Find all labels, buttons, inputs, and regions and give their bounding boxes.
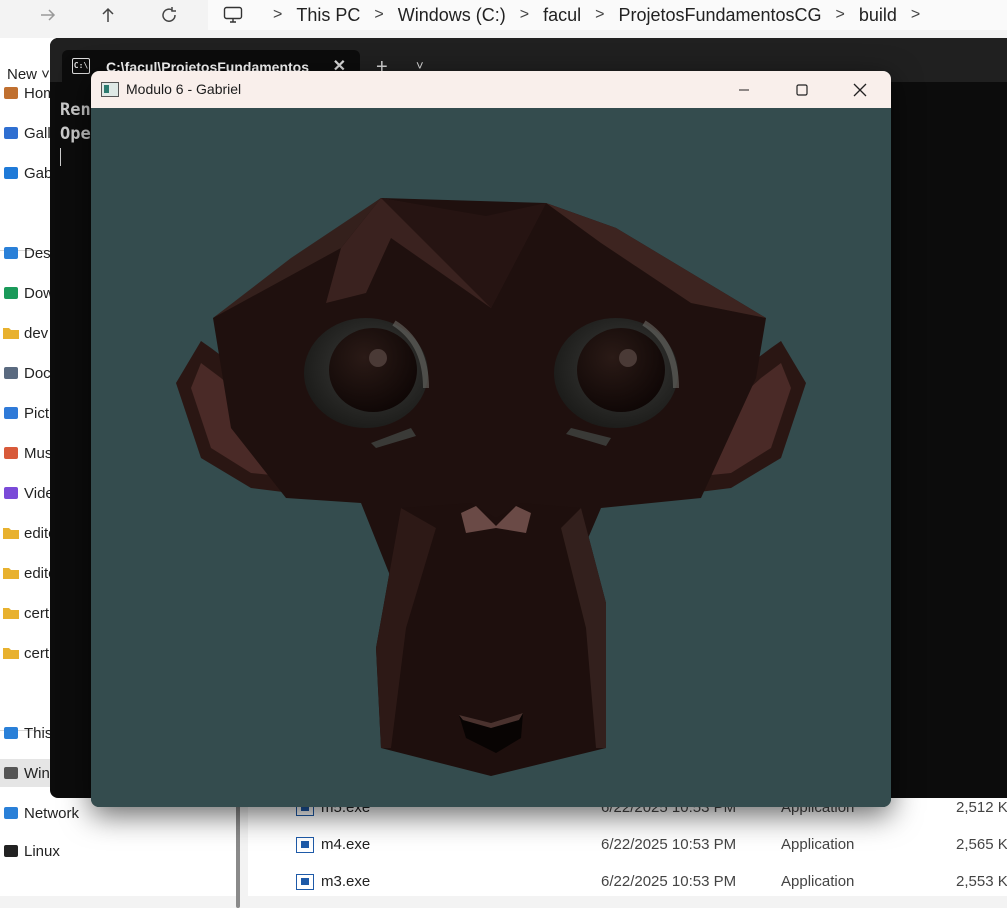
gl-window[interactable]: Modulo 6 - Gabriel: [91, 71, 891, 807]
chevron-right-icon: >: [519, 6, 530, 23]
file-date: 6/22/2025 10:53 PM: [601, 836, 737, 853]
refresh-button[interactable]: [155, 3, 183, 27]
explorer-nav-bar: > This PC > Windows (C:) > facul > Proje…: [0, 0, 1007, 30]
exe-icon: [296, 874, 314, 890]
folder-icon: [2, 524, 20, 542]
sidebar-item-label: Network: [24, 804, 80, 822]
file-name: m4.exe: [321, 836, 371, 853]
file-type: Application: [781, 873, 855, 890]
chevron-right-icon: >: [595, 6, 605, 23]
file-type: Application: [781, 836, 855, 853]
breadcrumb-build[interactable]: build: [859, 5, 897, 26]
sidebar-item-linux[interactable]: Linux: [0, 837, 230, 865]
breadcrumb-windows-c[interactable]: Windows (C:): [398, 5, 506, 26]
chevron-right-icon: >: [374, 6, 384, 23]
close-icon: [853, 83, 867, 96]
cmd-icon: C:\: [72, 58, 90, 74]
linux-icon: [2, 842, 20, 860]
terminal-cursor: [60, 148, 61, 166]
maximize-button[interactable]: [773, 71, 831, 108]
breadcrumb-projetos[interactable]: ProjetosFundamentosCG: [618, 5, 821, 26]
minimize-button[interactable]: [715, 71, 773, 108]
monkey-head-render: [176, 198, 806, 776]
file-size: 2,553 KB: [956, 873, 1007, 890]
right-eye: [577, 328, 665, 412]
this-pc-icon: [2, 724, 20, 742]
arrow-up-icon: [102, 7, 114, 22]
desktop-icon: [2, 244, 20, 262]
cloud-icon: [2, 164, 20, 182]
address-bar[interactable]: > This PC > Windows (C:) > facul > Proje…: [208, 0, 1007, 30]
breadcrumb-facul[interactable]: facul: [543, 5, 581, 26]
minimize-icon: [739, 89, 749, 90]
gallery-icon: [2, 124, 20, 142]
home-icon: [2, 84, 20, 102]
folder-icon: [2, 644, 20, 662]
file-date: 6/22/2025 10:53 PM: [601, 873, 737, 890]
network-icon: [2, 804, 20, 822]
sidebar-item-label: dev: [24, 324, 49, 342]
arrow-right-icon: [41, 9, 56, 21]
documents-icon: [2, 364, 20, 382]
up-button[interactable]: [94, 3, 122, 27]
close-button[interactable]: [831, 71, 889, 108]
pictures-icon: [2, 404, 20, 422]
exe-icon: [296, 837, 314, 853]
left-eye: [329, 328, 417, 412]
file-row[interactable]: m3.exe 6/22/2025 10:53 PM Application 2,…: [248, 864, 1007, 900]
breadcrumb-this-pc[interactable]: This PC: [296, 5, 360, 26]
file-name: m3.exe: [321, 873, 371, 890]
file-size: 2,565 KB: [956, 836, 1007, 853]
app-icon: [101, 82, 119, 97]
forward-button[interactable]: [34, 3, 62, 27]
folder-icon: [2, 604, 20, 622]
maximize-icon: [796, 83, 808, 96]
window-title: Modulo 6 - Gabriel: [126, 81, 242, 97]
folder-icon: [2, 324, 20, 342]
file-size: 2,512 KB: [956, 799, 1007, 816]
gl-titlebar[interactable]: Modulo 6 - Gabriel: [91, 71, 891, 108]
download-icon: [2, 284, 20, 302]
gl-viewport[interactable]: [91, 108, 891, 807]
chevron-right-icon: >: [910, 6, 921, 23]
sidebar-scrollbar[interactable]: [236, 798, 240, 908]
videos-icon: [2, 484, 20, 502]
file-row[interactable]: m4.exe 6/22/2025 10:53 PM Application 2,…: [248, 827, 1007, 863]
music-icon: [2, 444, 20, 462]
chevron-right-icon: >: [273, 6, 283, 23]
refresh-icon: [162, 7, 176, 22]
sidebar-item-label: Linux: [24, 842, 60, 860]
chevron-right-icon: >: [835, 6, 845, 23]
drive-icon: [2, 764, 20, 782]
this-pc-icon: [223, 6, 243, 23]
folder-icon: [2, 564, 20, 582]
